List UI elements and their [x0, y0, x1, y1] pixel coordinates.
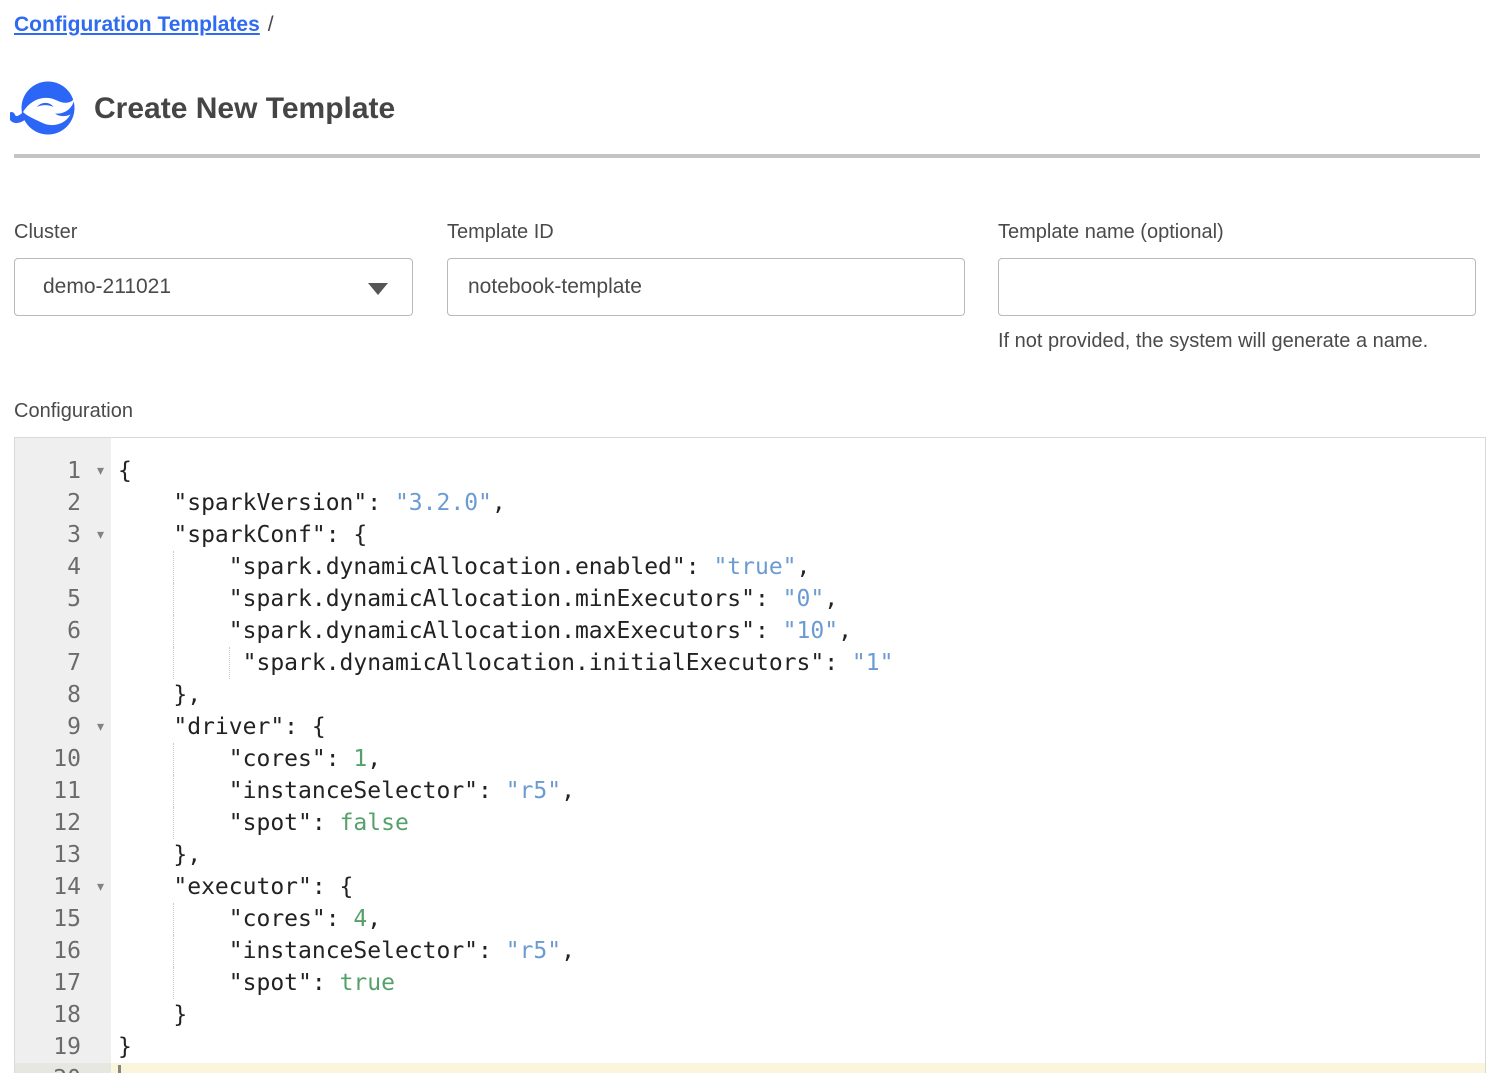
- code-line: "instanceSelector": "r5",: [111, 935, 1485, 967]
- page-title: Create New Template: [94, 92, 395, 126]
- page-header: Create New Template: [10, 80, 395, 138]
- code-line: "spark.dynamicAllocation.enabled": "true…: [111, 551, 1485, 583]
- breadcrumb-separator: /: [268, 13, 274, 36]
- chevron-down-icon: [368, 283, 388, 295]
- code-line: "cores": 4,: [111, 903, 1485, 935]
- code-line: "spot": true: [111, 967, 1485, 999]
- gutter-line-number: 13: [15, 839, 111, 871]
- template-name-input[interactable]: [998, 258, 1476, 316]
- code-line: "sparkConf": {: [111, 519, 1485, 551]
- template-name-helper-text: If not provided, the system will generat…: [998, 330, 1476, 353]
- code-line: "spark.dynamicAllocation.maxExecutors": …: [111, 615, 1485, 647]
- code-line: "driver": {: [111, 711, 1485, 743]
- cluster-select-value: demo-211021: [43, 275, 171, 299]
- gutter-line-number: 7: [15, 647, 111, 679]
- code-line: "instanceSelector": "r5",: [111, 775, 1485, 807]
- gutter-line-number: 14▾: [15, 871, 111, 903]
- gutter-line-number: 16: [15, 935, 111, 967]
- fold-arrow-icon[interactable]: ▾: [97, 871, 104, 903]
- editor-code: { "sparkVersion": "3.2.0", "sparkConf": …: [111, 438, 1485, 1073]
- fold-arrow-icon[interactable]: ▾: [97, 711, 104, 743]
- code-line: "spark.dynamicAllocation.initialExecutor…: [111, 647, 1485, 679]
- ocean-wave-logo-icon: [10, 80, 76, 138]
- gutter-line-number: 10: [15, 743, 111, 775]
- breadcrumb: Configuration Templates /: [14, 13, 274, 37]
- code-line: }: [111, 999, 1485, 1031]
- code-line: }: [111, 1031, 1485, 1063]
- gutter-line-number: 17: [15, 967, 111, 999]
- gutter-line-number: 5: [15, 583, 111, 615]
- gutter-line-number: 15: [15, 903, 111, 935]
- text-cursor: [118, 1065, 121, 1073]
- gutter-line-number: 6: [15, 615, 111, 647]
- code-line: {: [111, 455, 1485, 487]
- template-id-label: Template ID: [447, 218, 965, 246]
- cluster-label: Cluster: [14, 218, 413, 246]
- configuration-label: Configuration: [14, 400, 133, 423]
- configuration-code-editor[interactable]: 1▾23▾456789▾1011121314▾151617181920 { "s…: [14, 437, 1486, 1073]
- template-id-field: Template ID: [447, 218, 965, 316]
- code-line: "executor": {: [111, 871, 1485, 903]
- template-name-field: Template name (optional) If not provided…: [998, 218, 1476, 353]
- cluster-field: Cluster demo-211021: [14, 218, 413, 316]
- code-line: },: [111, 679, 1485, 711]
- code-line: "spot": false: [111, 807, 1485, 839]
- gutter-line-number: 18: [15, 999, 111, 1031]
- fold-arrow-icon[interactable]: ▾: [97, 455, 104, 487]
- breadcrumb-link-configuration-templates[interactable]: Configuration Templates: [14, 13, 260, 36]
- gutter-line-number: 9▾: [15, 711, 111, 743]
- gutter-line-number: 19: [15, 1031, 111, 1063]
- header-divider: [14, 154, 1480, 158]
- gutter-line-number: 2: [15, 487, 111, 519]
- code-line: },: [111, 839, 1485, 871]
- gutter-line-number: 1▾: [15, 455, 111, 487]
- template-id-input[interactable]: [447, 258, 965, 316]
- gutter-line-number: 20: [15, 1063, 111, 1073]
- gutter-line-number: 11: [15, 775, 111, 807]
- create-template-page: Configuration Templates / Create New Temp…: [0, 0, 1486, 1073]
- code-line: "cores": 1,: [111, 743, 1485, 775]
- code-line: "spark.dynamicAllocation.minExecutors": …: [111, 583, 1485, 615]
- code-line: [111, 1063, 1485, 1073]
- template-name-label: Template name (optional): [998, 218, 1476, 246]
- editor-gutter: 1▾23▾456789▾1011121314▾151617181920: [15, 438, 111, 1073]
- gutter-line-number: 4: [15, 551, 111, 583]
- gutter-line-number: 3▾: [15, 519, 111, 551]
- gutter-line-number: 12: [15, 807, 111, 839]
- gutter-line-number: 8: [15, 679, 111, 711]
- cluster-select[interactable]: demo-211021: [14, 258, 413, 316]
- code-line: "sparkVersion": "3.2.0",: [111, 487, 1485, 519]
- fold-arrow-icon[interactable]: ▾: [97, 519, 104, 551]
